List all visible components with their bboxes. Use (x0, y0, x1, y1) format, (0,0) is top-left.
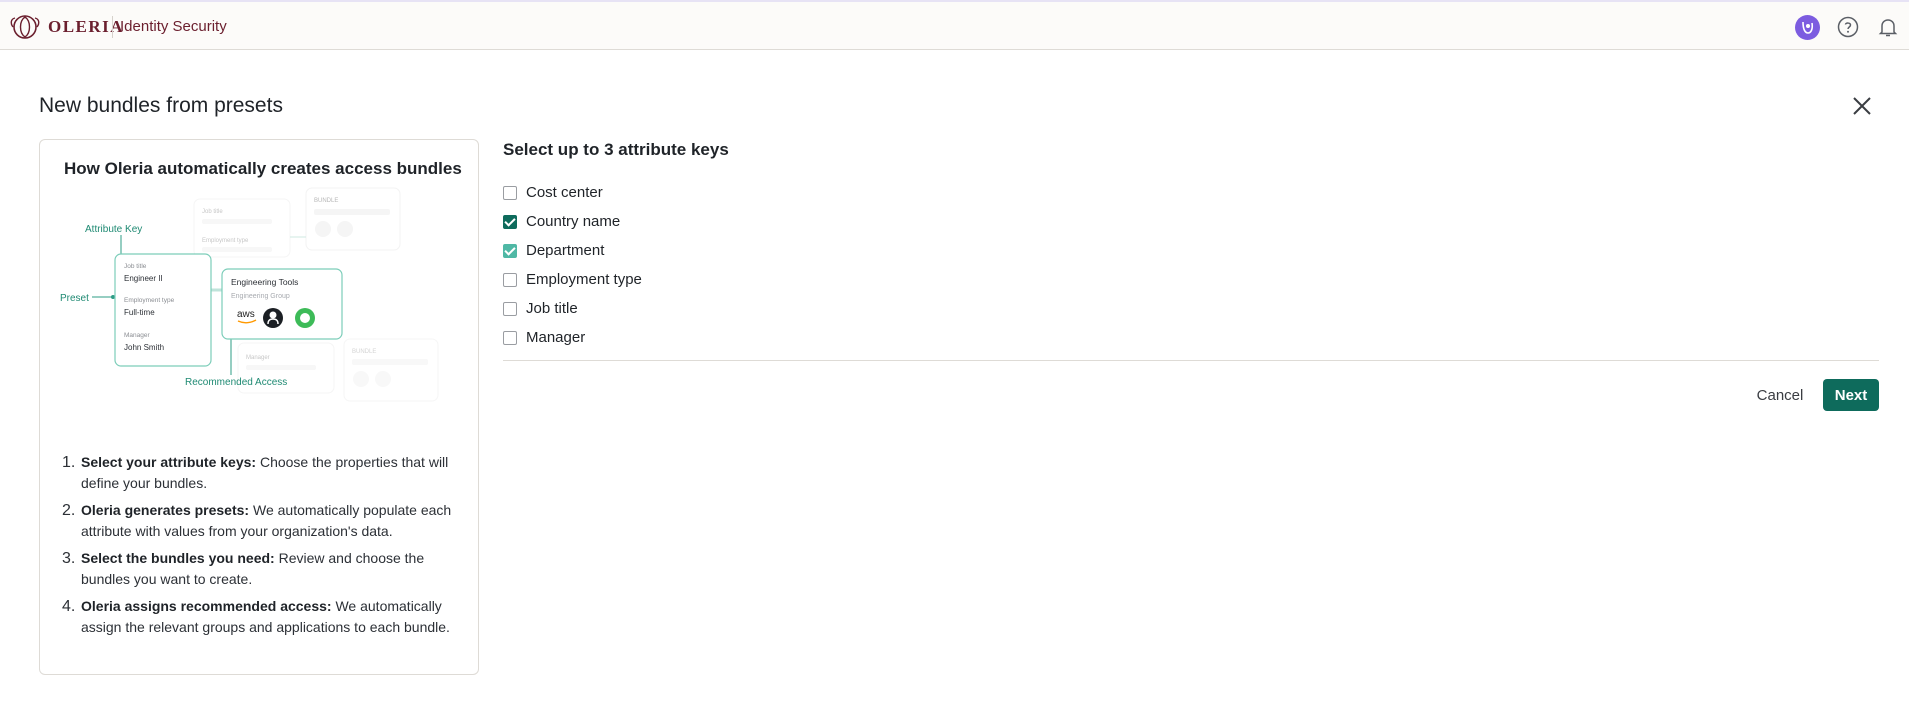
product-name: Identity Security (120, 18, 227, 35)
checkbox[interactable] (503, 185, 517, 200)
step-number: 2. (62, 502, 76, 519)
help-icon[interactable] (1836, 15, 1860, 39)
attribute-option-label: Cost center (526, 184, 603, 201)
recommended-access-label: Recommended Access (185, 377, 287, 388)
preset-manager-label: Manager (124, 332, 150, 339)
checkbox[interactable] (503, 330, 517, 345)
step-item: 4. Oleria assigns recommended access: We … (62, 596, 462, 638)
attribute-option-employment-type[interactable]: Employment type (503, 265, 642, 294)
ghost-card-bundle: BUNDLE (305, 187, 401, 251)
preset-employment-type-value: Full-time (124, 308, 155, 317)
step-heading: Oleria generates presets: (81, 502, 250, 518)
attribute-option-manager[interactable]: Manager (503, 323, 642, 352)
modal-title: New bundles from presets (39, 94, 283, 117)
next-button[interactable]: Next (1823, 379, 1879, 411)
step-item: 1. Select your attribute keys: Choose the… (62, 452, 462, 494)
preset-manager-value: John Smith (124, 343, 164, 352)
checkbox[interactable] (503, 243, 517, 258)
preset-card: Job title Engineer II Employment type Fu… (114, 253, 212, 367)
attribute-option-cost-center[interactable]: Cost center (503, 178, 642, 207)
ghost-card-job-title: Job title Employment type (193, 198, 291, 258)
step-item: 2. Oleria generates presets: We automatic… (62, 500, 462, 542)
step-number: 1. (62, 454, 76, 471)
attribute-key-label: Attribute Key (85, 224, 142, 235)
checkbox[interactable] (503, 214, 517, 229)
attribute-option-label: Country name (526, 213, 621, 230)
ghost-employment-type-label: Employment type (202, 238, 249, 244)
cancel-button[interactable]: Cancel (1745, 380, 1815, 410)
preset-employment-type-label: Employment type (124, 297, 175, 304)
preset-label: Preset (60, 293, 89, 304)
how-it-works-card: How Oleria automatically creates access … (39, 139, 479, 675)
attribute-option-label: Department (526, 242, 605, 259)
ghost-manager-label: Manager (246, 355, 270, 361)
bundle-group: Engineering Group (231, 293, 290, 300)
step-heading: Select the bundles you need: (81, 550, 275, 566)
recommended-bundle-card: Engineering Tools Engineering Group aws (221, 268, 343, 340)
attribute-key-list: Cost center Country name Department Empl… (503, 178, 642, 352)
attribute-option-label: Employment type (526, 271, 642, 288)
attribute-option-department[interactable]: Department (503, 236, 642, 265)
bundle-illustration: Job title Employment type BUNDLE Manager… (60, 187, 439, 402)
step-number: 3. (62, 550, 76, 567)
step-item: 3. Select the bundles you need: Review an… (62, 548, 462, 590)
attribute-option-country-name[interactable]: Country name (503, 207, 642, 236)
ghost-job-title-label: Job title (202, 209, 223, 215)
ghost-card-bundle-2: BUNDLE (343, 338, 439, 402)
attribute-option-label: Manager (526, 329, 586, 346)
notifications-bell-icon[interactable] (1876, 15, 1900, 39)
assistant-avatar-icon[interactable] (1795, 15, 1820, 40)
bundle-name: Engineering Tools (231, 277, 298, 287)
attribute-option-job-title[interactable]: Job title (503, 294, 642, 323)
brand-separator (112, 16, 113, 38)
attribute-keys-title: Select up to 3 attribute keys (503, 140, 729, 159)
oleria-logo-icon (10, 15, 40, 39)
ghost-bundle-tag-2: BUNDLE (352, 349, 376, 355)
ghost-bundle-tag: BUNDLE (314, 198, 338, 204)
footer-divider (503, 360, 1879, 361)
step-number: 4. (62, 598, 76, 615)
top-bar: OLERIA Identity Security (0, 0, 1909, 50)
checkbox[interactable] (503, 301, 517, 316)
close-icon[interactable] (1850, 94, 1874, 118)
how-it-works-title: How Oleria automatically creates access … (64, 159, 462, 178)
steps-list: 1. Select your attribute keys: Choose the… (62, 452, 462, 644)
checkbox[interactable] (503, 272, 517, 287)
step-heading: Select your attribute keys: (81, 454, 257, 470)
attribute-option-label: Job title (526, 300, 578, 317)
step-heading: Oleria assigns recommended access: (81, 598, 332, 614)
preset-job-title-label: Job title (124, 263, 147, 270)
preset-job-title-value: Engineer II (124, 274, 163, 283)
aws-logo: aws (237, 309, 255, 320)
